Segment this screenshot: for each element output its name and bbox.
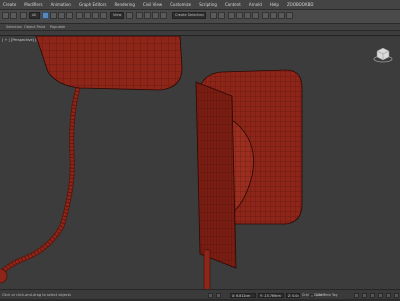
ribbon-tab-object-paint[interactable]: Object Paint: [24, 24, 45, 30]
z-coordinate-field[interactable]: Z: 0.0cm: [286, 293, 300, 298]
mirror-icon[interactable]: [210, 12, 217, 19]
schematic-view-icon[interactable]: [252, 12, 259, 19]
menu-customize[interactable]: Customize: [166, 0, 195, 9]
set-key-icon[interactable]: [362, 293, 367, 298]
select-by-name-icon[interactable]: [50, 12, 57, 19]
menu-create[interactable]: Create: [0, 0, 20, 9]
toggle-ribbon-icon[interactable]: [236, 12, 243, 19]
status-message: Click or click-and-drag to select object…: [2, 293, 71, 297]
align-icon[interactable]: [218, 12, 225, 19]
auto-key-icon[interactable]: [354, 293, 359, 298]
scale-icon[interactable]: [92, 12, 99, 19]
absolute-mode-icon[interactable]: [216, 293, 221, 298]
status-bar: Click or click-and-drag to select object…: [0, 289, 400, 301]
undo-icon[interactable]: [2, 12, 9, 19]
y-coordinate-field[interactable]: Y: -15.769cm: [258, 293, 284, 298]
select-object-icon[interactable]: [42, 12, 49, 19]
link-icon[interactable]: [20, 12, 27, 19]
scene-render: [0, 36, 303, 290]
menu-civil-view[interactable]: Civil View: [139, 0, 166, 9]
orbit-icon[interactable]: [386, 293, 391, 298]
menu-content[interactable]: Content: [221, 0, 245, 9]
perspective-viewport[interactable]: [ + ] [Perspective] [Standard] [Default …: [0, 35, 400, 290]
maximize-viewport-icon[interactable]: [394, 293, 399, 298]
x-coordinate-field[interactable]: X: 6.812cm: [230, 293, 256, 298]
play-icon[interactable]: [370, 293, 375, 298]
spinner-snap-icon[interactable]: [160, 12, 167, 19]
ribbon-tabs: Selection Object Paint Populate: [0, 24, 400, 31]
menu-user[interactable]: ZOOBOOKBD: [283, 0, 317, 9]
menu-scripting[interactable]: Scripting: [195, 0, 221, 9]
left-panel-mesh: [35, 36, 183, 91]
zoom-extents-icon[interactable]: [378, 293, 383, 298]
menu-graph-editors[interactable]: Graph Editors: [75, 0, 110, 9]
redo-icon[interactable]: [10, 12, 17, 19]
menu-help[interactable]: Help: [266, 0, 283, 9]
region-select-icon[interactable]: [58, 12, 65, 19]
pivot-icon[interactable]: [126, 12, 133, 19]
menu-bar: Create Modifiers Animation Graph Editors…: [0, 0, 400, 10]
render-icon[interactable]: [286, 12, 293, 19]
menu-rendering[interactable]: Rendering: [110, 0, 138, 9]
render-frame-icon[interactable]: [278, 12, 285, 19]
snap-toggle-icon[interactable]: [136, 12, 143, 19]
right-panel-front-mesh: [195, 81, 237, 269]
placement-icon[interactable]: [100, 12, 107, 19]
add-time-tag-button[interactable]: Add Time Tag: [316, 293, 337, 297]
menu-arnold[interactable]: Arnold: [245, 0, 266, 9]
rotate-icon[interactable]: [84, 12, 91, 19]
move-icon[interactable]: [76, 12, 83, 19]
layer-explorer-icon[interactable]: [228, 12, 235, 19]
reference-coord-dropdown[interactable]: View: [110, 12, 124, 19]
viewcube-icon[interactable]: [372, 44, 394, 66]
menu-animation[interactable]: Animation: [47, 0, 75, 9]
ribbon-tab-populate[interactable]: Populate: [50, 24, 65, 30]
named-selection-dropdown[interactable]: Create Selection Se: [172, 12, 206, 19]
selection-filter-dropdown[interactable]: All: [29, 12, 40, 19]
post-mesh: [203, 249, 211, 290]
ribbon-tab-selection[interactable]: Selection: [6, 24, 22, 30]
time-tag-icon[interactable]: [310, 294, 314, 298]
cable-mesh: [0, 87, 81, 284]
render-setup-icon[interactable]: [270, 12, 277, 19]
angle-snap-icon[interactable]: [144, 12, 151, 19]
curve-editor-icon[interactable]: [244, 12, 251, 19]
menu-modifiers[interactable]: Modifiers: [20, 0, 46, 9]
main-toolbar: All View Create Selection Se: [0, 10, 400, 24]
material-editor-icon[interactable]: [262, 12, 269, 19]
lock-selection-icon[interactable]: [208, 293, 213, 298]
percent-snap-icon[interactable]: [152, 12, 159, 19]
window-crossing-icon[interactable]: [66, 12, 73, 19]
